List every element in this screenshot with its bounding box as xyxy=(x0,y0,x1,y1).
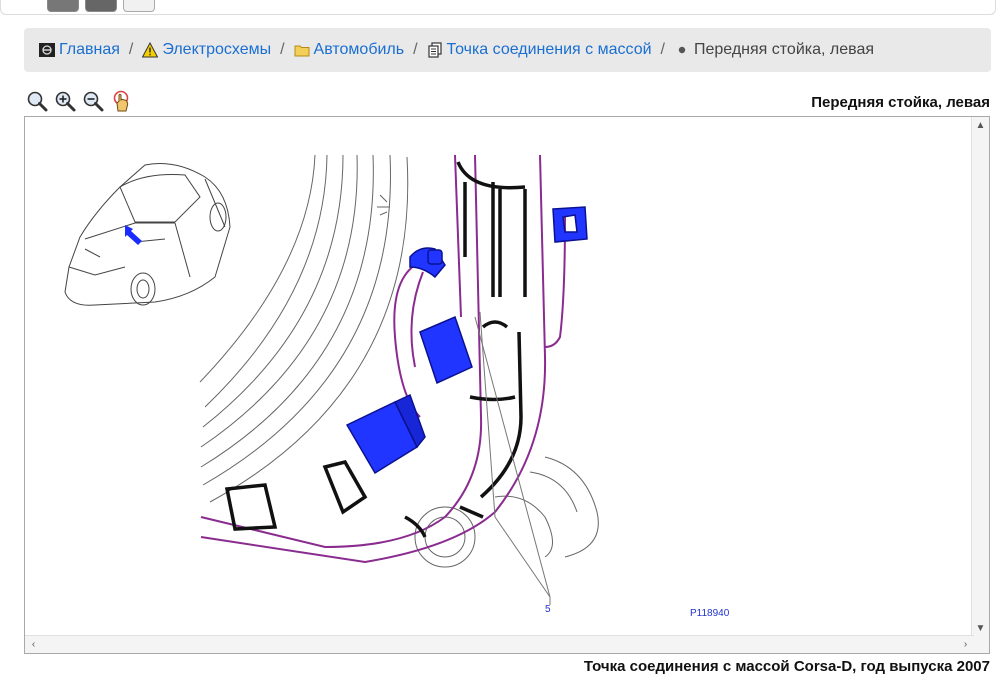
breadcrumb-home[interactable]: Главная xyxy=(39,41,120,59)
pan-hand-icon[interactable] xyxy=(110,90,132,112)
breadcrumb-separator: / xyxy=(660,41,665,58)
vertical-scrollbar[interactable]: ▲ ▼ xyxy=(971,117,989,637)
scroll-left-icon[interactable]: ‹ xyxy=(25,636,42,653)
diagram-viewer[interactable]: 5 P118940 ▲ ▼ ‹ › xyxy=(24,116,990,654)
wiring-diagram[interactable]: 5 P118940 xyxy=(25,117,973,637)
locator-arrow-icon xyxy=(125,225,142,245)
warning-icon xyxy=(142,42,159,58)
zoom-in-icon[interactable] xyxy=(54,90,76,112)
figure-id-label: P118940 xyxy=(690,608,730,619)
car-logo-icon xyxy=(39,43,55,57)
breadcrumb-vehicle[interactable]: Автомобиль xyxy=(294,41,405,59)
breadcrumb-label: Передняя стойка, левая xyxy=(693,41,875,58)
zoom-out-icon[interactable] xyxy=(82,90,104,112)
callout-leader xyxy=(474,311,551,605)
toolbar-button-2[interactable] xyxy=(85,0,117,12)
breadcrumb-label: Главная xyxy=(59,41,120,58)
vehicle-locator-illustration xyxy=(64,163,231,306)
scroll-up-icon[interactable]: ▲ xyxy=(972,117,989,134)
breadcrumb-separator: / xyxy=(128,41,134,58)
diagram-canvas xyxy=(64,154,599,605)
callout-number: 5 xyxy=(545,604,551,615)
breadcrumb-separator: / xyxy=(280,41,285,58)
zoom-toolbar xyxy=(26,90,132,112)
bullet-icon xyxy=(678,46,686,54)
body-structure xyxy=(199,154,599,568)
viewer-title: Передняя стойка, левая xyxy=(811,94,990,111)
breadcrumb-label: Точка соединения с массой xyxy=(446,41,652,58)
wiring-harness xyxy=(200,154,566,564)
ground-connectors xyxy=(345,206,588,475)
breadcrumb-ground-point[interactable]: Точка соединения с массой xyxy=(427,41,652,59)
breadcrumb: Главная / Электросхемы / Автомобиль / То… xyxy=(24,28,991,72)
breadcrumb-separator: / xyxy=(413,41,418,58)
breadcrumb-current: Передняя стойка, левая xyxy=(674,41,874,59)
document-icon xyxy=(427,42,442,58)
toolbar-button-3[interactable] xyxy=(123,0,155,12)
folder-icon xyxy=(294,45,310,57)
zoom-icon[interactable] xyxy=(26,90,48,112)
scroll-down-icon[interactable]: ▼ xyxy=(972,620,989,637)
top-toolbar xyxy=(0,0,996,15)
breadcrumb-label: Автомобиль xyxy=(313,41,405,58)
diagram-caption: Точка соединения с массой Corsa-D, год в… xyxy=(583,658,990,675)
breadcrumb-wiring[interactable]: Электросхемы xyxy=(142,41,271,59)
scrollbar-corner xyxy=(972,636,989,653)
horizontal-scrollbar[interactable]: ‹ › xyxy=(25,635,974,653)
toolbar-button-1[interactable] xyxy=(47,0,79,12)
breadcrumb-label: Электросхемы xyxy=(162,41,272,58)
